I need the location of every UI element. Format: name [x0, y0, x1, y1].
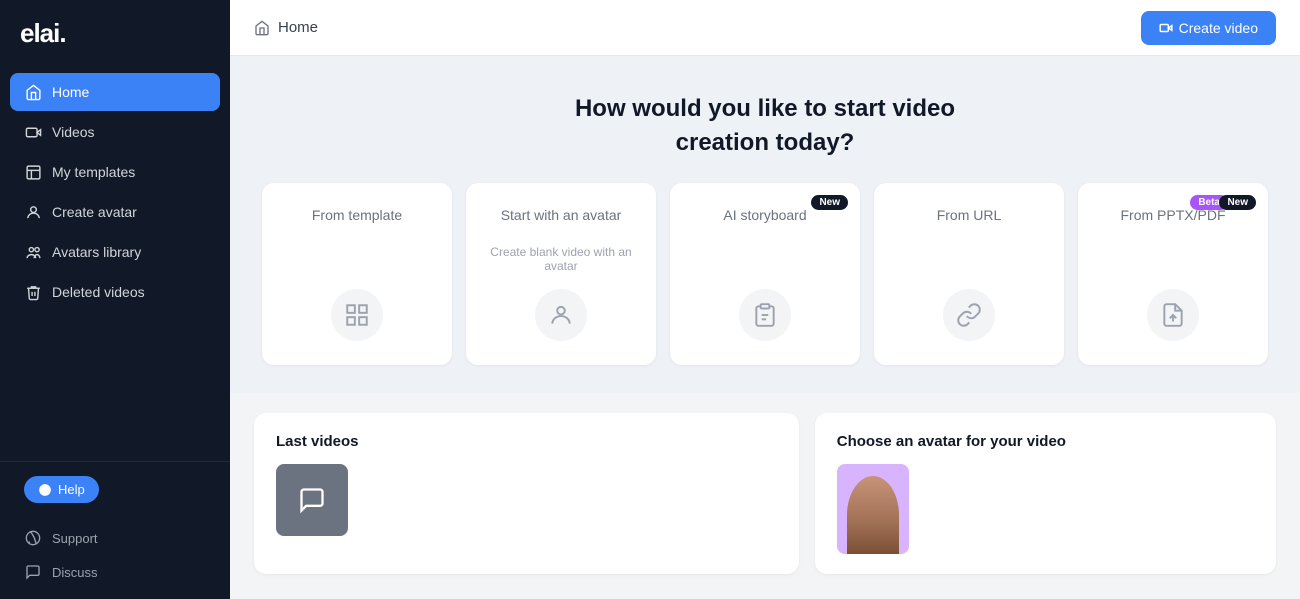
help-button[interactable]: Help — [24, 476, 99, 503]
hero-section: How would you like to start video creati… — [230, 56, 1300, 393]
card-from-template-title: From template — [312, 207, 402, 223]
template-icon — [24, 163, 42, 181]
sidebar-item-create-avatar[interactable]: Create avatar — [10, 193, 220, 231]
video-thumbnail[interactable] — [276, 464, 348, 536]
sidebar-item-my-templates[interactable]: My templates — [10, 153, 220, 191]
card-ai-storyboard-title: AI storyboard — [723, 207, 806, 223]
discuss-icon — [24, 563, 42, 581]
choose-avatar-title: Choose an avatar for your video — [837, 433, 1254, 450]
upload-file-icon — [1147, 289, 1199, 341]
card-avatar-subtitle: Create blank video with an avatar — [486, 245, 636, 273]
bottom-panels: Last videos Choose an avatar for your vi… — [230, 393, 1300, 594]
card-from-url[interactable]: From URL — [874, 183, 1064, 365]
sidebar-item-deleted-videos[interactable]: Deleted videos — [10, 273, 220, 311]
sidebar-item-home-label: Home — [52, 84, 89, 100]
trash-icon — [24, 283, 42, 301]
sidebar-item-videos[interactable]: Videos — [10, 113, 220, 151]
video-list — [276, 464, 777, 536]
card-from-url-title: From URL — [937, 207, 1002, 223]
hero-heading: How would you like to start video creati… — [254, 92, 1276, 159]
topbar: Home Create video — [230, 0, 1300, 56]
home-icon — [24, 83, 42, 101]
last-videos-title: Last videos — [276, 433, 777, 450]
sidebar-item-my-templates-label: My templates — [52, 164, 135, 180]
clipboard-icon — [739, 289, 791, 341]
sidebar-item-support[interactable]: Support — [10, 521, 220, 555]
topbar-home-label: Home — [278, 19, 318, 36]
create-video-button[interactable]: Create video — [1141, 11, 1276, 45]
create-video-label: Create video — [1179, 20, 1258, 36]
choose-avatar-panel: Choose an avatar for your video — [815, 413, 1276, 574]
card-ai-storyboard[interactable]: New AI storyboard — [670, 183, 860, 365]
card-start-with-avatar[interactable]: Start with an avatar Create blank video … — [466, 183, 656, 365]
sidebar-item-home[interactable]: Home — [10, 73, 220, 111]
main: Home Create video How would you like to … — [230, 0, 1300, 599]
support-icon — [24, 529, 42, 547]
sidebar-item-create-avatar-label: Create avatar — [52, 204, 137, 220]
new-badge-pptx: New — [1219, 195, 1256, 210]
sidebar-item-deleted-videos-label: Deleted videos — [52, 284, 145, 300]
card-from-pptx[interactable]: Beta New From PPTX/PDF — [1078, 183, 1268, 365]
discuss-label: Discuss — [52, 565, 98, 580]
creation-cards-row: From template Start with an avatar Creat… — [254, 183, 1276, 365]
home-breadcrumb-icon — [254, 20, 270, 36]
topbar-breadcrumb: Home — [254, 19, 318, 36]
create-avatar-icon — [24, 203, 42, 221]
sidebar-item-videos-label: Videos — [52, 124, 95, 140]
logo: elai. — [0, 0, 230, 69]
grid-icon — [331, 289, 383, 341]
sidebar-nav: Home Videos My templates Create avatar A — [0, 69, 230, 461]
library-icon — [24, 243, 42, 261]
sidebar-bottom: Help Support Discuss — [0, 461, 230, 599]
person-circle-icon — [535, 289, 587, 341]
new-badge: New — [811, 195, 848, 210]
avatar-item[interactable] — [837, 464, 909, 554]
support-label: Support — [52, 531, 98, 546]
link-icon — [943, 289, 995, 341]
sidebar: elai. Home Videos My templates Create av… — [0, 0, 230, 599]
card-from-template[interactable]: From template — [262, 183, 452, 365]
card-avatar-title: Start with an avatar — [501, 207, 622, 223]
sidebar-item-discuss[interactable]: Discuss — [10, 555, 220, 589]
last-videos-panel: Last videos — [254, 413, 799, 574]
video-icon — [24, 123, 42, 141]
sidebar-item-avatars-library-label: Avatars library — [52, 244, 141, 260]
content-area: How would you like to start video creati… — [230, 56, 1300, 599]
sidebar-item-avatars-library[interactable]: Avatars library — [10, 233, 220, 271]
help-label: Help — [58, 482, 85, 497]
avatar-list — [837, 464, 1254, 554]
